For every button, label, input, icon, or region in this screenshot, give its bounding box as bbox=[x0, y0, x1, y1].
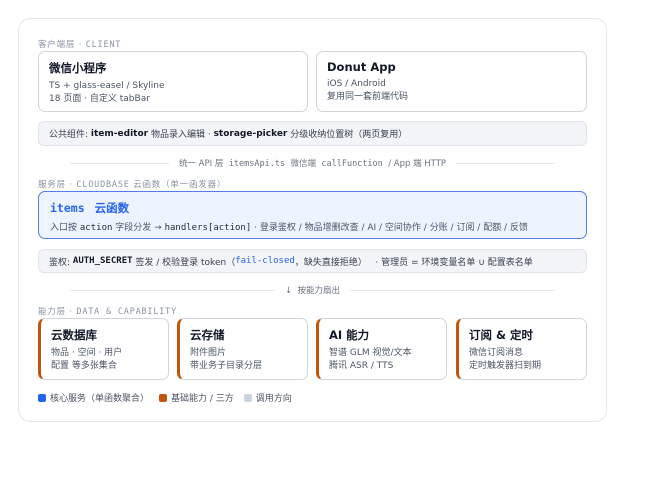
item-editor-desc: 物品录入编辑 · bbox=[150, 130, 211, 140]
api-layer-divider: 统一 API 层 itemsApi.ts 微信端 callFunction / … bbox=[60, 157, 565, 169]
storage-picker-desc: 分级收纳位置树（两页复用） bbox=[290, 130, 408, 140]
client-layer-label: 客户端层 · CLIENT bbox=[38, 40, 122, 50]
cloud-storage-card: 云存储 附件图片 带业务子目录分层 bbox=[177, 318, 308, 380]
arrow-down-icon: ↓ bbox=[284, 286, 293, 296]
cloud-database-card: 云数据库 物品 · 空间 · 用户 配置 等多张集合 bbox=[38, 318, 169, 380]
fail-closed-tag: fail-closed bbox=[235, 256, 295, 266]
shared-prefix: 公共组件: bbox=[49, 130, 89, 140]
capability-layer-label: 能力层 · DATA & CAPABILITY bbox=[38, 307, 178, 317]
donut-app-card: Donut App iOS / Android 复用同一套前端代码 bbox=[316, 51, 587, 112]
card-line: 复用同一套前端代码 bbox=[327, 92, 409, 102]
card-line: 智谱 GLM 视觉/文本 bbox=[329, 348, 412, 358]
card-title: 云数据库 bbox=[51, 328, 97, 342]
items-title: items 云函数 bbox=[50, 201, 130, 215]
legend: 核心服务（单函数聚合） 基础能力 / 三方 调用方向 bbox=[38, 391, 302, 404]
card-line: 物品 · 空间 · 用户 bbox=[51, 348, 123, 358]
card-line: 定时触发器扫到期 bbox=[469, 361, 542, 371]
auth-bar: 鉴权: AUTH_SECRET 签发 / 校验登录 token（ fail-clo… bbox=[38, 249, 587, 273]
card-line: 微信订阅消息 bbox=[469, 348, 524, 358]
legend-swatch bbox=[243, 393, 252, 402]
card-title: 云存储 bbox=[190, 328, 225, 342]
card-title: Donut App bbox=[327, 60, 396, 74]
item-editor-component: item-editor bbox=[90, 128, 149, 139]
items-description: 入口按 action 字段分发 → handlers[action] · 登录鉴… bbox=[50, 223, 528, 233]
card-line: TS + glass-easel / Skyline bbox=[49, 81, 165, 91]
card-title: AI 能力 bbox=[329, 328, 370, 342]
capability-divider: ↓ 按能力扇出 bbox=[60, 284, 565, 296]
service-layer-label: 服务层 · CLOUDBASE 云函数（单一函发器） bbox=[38, 180, 227, 190]
wechat-miniprogram-card: 微信小程序 TS + glass-easel / Skyline 18 页面 ·… bbox=[38, 51, 308, 112]
card-line: 18 页面 · 自定义 tabBar bbox=[49, 94, 150, 104]
legend-item-direction: 调用方向 bbox=[243, 391, 292, 404]
admin-list-desc: · 管理员 = 环境变量名单 ∪ 配置表名单 bbox=[375, 257, 533, 268]
subscription-timer-card: 订阅 & 定时 微信订阅消息 定时触发器扫到期 bbox=[456, 318, 587, 380]
ai-capability-card: AI 能力 智谱 GLM 视觉/文本 腾讯 ASR / TTS bbox=[316, 318, 447, 380]
card-line: 腾讯 ASR / TTS bbox=[329, 361, 394, 371]
items-cloud-function-box: items 云函数 入口按 action 字段分发 → handlers[acti… bbox=[38, 191, 587, 239]
card-line: 配置 等多张集合 bbox=[51, 361, 117, 371]
card-line: iOS / Android bbox=[327, 79, 386, 89]
card-line: 带业务子目录分层 bbox=[190, 361, 263, 371]
legend-item-base: 基础能力 / 三方 bbox=[159, 391, 234, 404]
card-line: 附件图片 bbox=[190, 348, 227, 358]
shared-components-bar: 公共组件: item-editor 物品录入编辑 · storage-picke… bbox=[38, 121, 587, 146]
card-title: 订阅 & 定时 bbox=[469, 328, 534, 342]
auth-secret: AUTH_SECRET bbox=[72, 256, 133, 266]
card-title: 微信小程序 bbox=[49, 61, 107, 75]
legend-swatch bbox=[159, 393, 168, 402]
storage-picker-component: storage-picker bbox=[213, 128, 288, 139]
legend-swatch bbox=[38, 393, 46, 402]
legend-item-core: 核心服务（单函数聚合） bbox=[38, 391, 149, 404]
